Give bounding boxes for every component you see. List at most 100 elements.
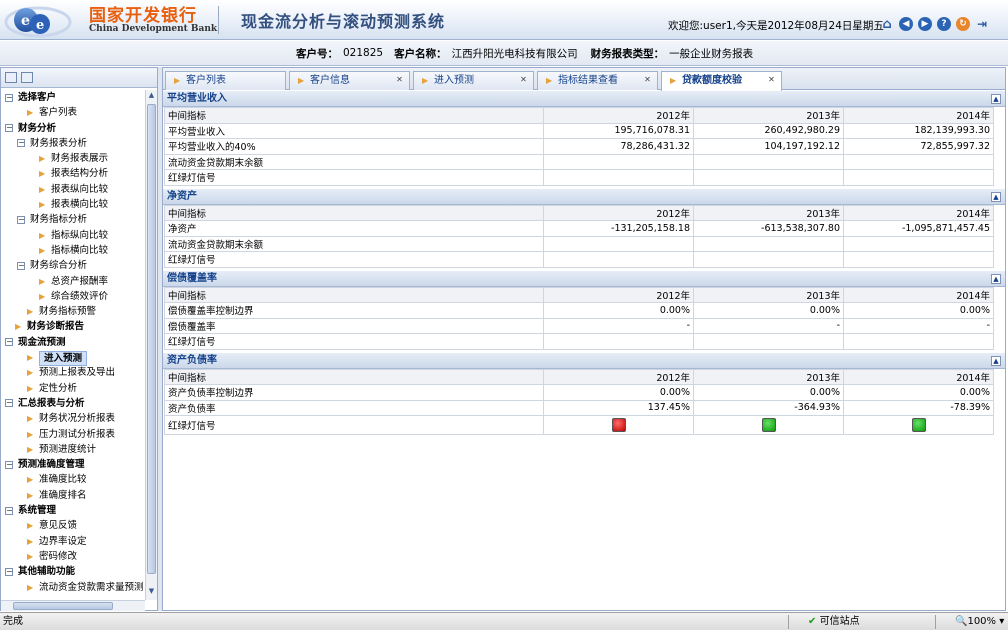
indicator-section: 偿债覆盖率 ▲ 中间指标 2012年 2013年 2014年 偿债覆盖率控制边界 0.00% 0… (163, 270, 1005, 350)
zoom-control[interactable]: 🔍100% ▾ (955, 613, 1004, 630)
tree-node-label: 报表纵向比较 (51, 183, 109, 195)
tree-node[interactable]: ▶ 预测上报表及导出 (1, 365, 145, 380)
tab-item[interactable]: ▶ 贷款额度校验 ✕ (661, 71, 782, 91)
tree-node[interactable]: ▶ 总资产报酬率 (1, 274, 145, 289)
collapse-icon[interactable]: ▲ (991, 94, 1001, 104)
tree-node[interactable]: ▶ 压力测试分析报表 (1, 427, 145, 442)
tree-node[interactable]: − 选择客户 (1, 90, 145, 105)
tree-node[interactable]: ▶ 财务状况分析报表 (1, 411, 145, 426)
svg-text:e: e (21, 13, 30, 29)
hscroll-thumb[interactable] (13, 602, 113, 610)
cell-value: 104,197,192.12 (693, 138, 844, 155)
table-header-row: 中间指标 2012年 2013年 2014年 (164, 204, 994, 221)
tree-node[interactable]: ▶ 财务指标预警 (1, 304, 145, 319)
tree-toggle-icon[interactable]: − (17, 261, 25, 270)
tree-node[interactable]: ▶ 密码修改 (1, 549, 145, 564)
forward-icon[interactable]: ▶ (918, 17, 932, 31)
collapse-all-icon[interactable] (21, 72, 33, 83)
tree-leaf-arrow-icon: ▶ (27, 475, 34, 485)
cell-value: 0.00% (543, 384, 694, 401)
tree-node[interactable]: − 财务指标分析 (1, 212, 145, 227)
tab-close-icon[interactable]: ✕ (767, 76, 776, 85)
scroll-down-icon[interactable]: ▼ (147, 587, 156, 598)
help-icon[interactable]: ? (937, 17, 951, 31)
customer-name-value: 江西升阳光电科技有限公司 (451, 47, 578, 60)
tree-node[interactable]: ▶ 流动资金贷款需求量预测 (1, 580, 145, 595)
expand-all-icon[interactable] (5, 72, 17, 83)
tree-node[interactable]: ▶ 意见反馈 (1, 518, 145, 533)
tree-node[interactable]: − 系统管理 (1, 503, 145, 518)
tab-item[interactable]: ▶ 指标结果查看 ✕ (537, 71, 658, 90)
tab-label: 客户列表 (186, 75, 226, 86)
tree-node[interactable]: ▶ 预测进度统计 (1, 442, 145, 457)
tree-node[interactable]: ▶ 准确度排名 (1, 488, 145, 503)
cell-value: 0.00% (693, 384, 844, 401)
tree-node[interactable]: ▶ 报表结构分析 (1, 166, 145, 181)
row-label: 偿债覆盖率 (164, 317, 544, 334)
tree-node[interactable]: ▶ 定性分析 (1, 381, 145, 396)
tree-node-label: 进入预测 (39, 350, 88, 366)
tree-leaf-arrow-icon: ▶ (27, 490, 34, 500)
collapse-icon[interactable]: ▲ (991, 273, 1001, 284)
home-icon[interactable]: ⌂ (880, 17, 894, 32)
column-header: 2013年 (693, 204, 844, 221)
tree-leaf-arrow-icon: ▶ (39, 245, 46, 255)
tree-node[interactable]: ▶ 报表纵向比较 (1, 182, 145, 197)
tree-toggle-icon[interactable]: − (17, 139, 25, 148)
tree-node[interactable]: ▶ 准确度比较 (1, 472, 145, 487)
tree-node[interactable]: ▶ 指标纵向比较 (1, 228, 145, 243)
tree-node[interactable]: ▶ 进入预测 (1, 350, 145, 366)
tree-node-label: 意见反馈 (39, 520, 78, 532)
cell-value (693, 415, 844, 435)
tree-toggle-icon[interactable]: − (5, 567, 13, 576)
tab-item[interactable]: ▶ 客户信息 ✕ (289, 71, 410, 90)
cell-value (843, 415, 994, 435)
tree-node[interactable]: ▶ 财务诊断报告 (1, 319, 145, 334)
zone-indicator: ✔ 可信站点 (808, 613, 860, 630)
table-row: 流动资金贷款期末余额 (164, 153, 994, 170)
tree-vertical-scrollbar[interactable]: ▲ ▼ (145, 90, 157, 600)
tab-item[interactable]: ▶ 进入预测 ✕ (413, 71, 534, 90)
tree-leaf-arrow-icon: ▶ (27, 414, 34, 424)
tree-toggle-icon[interactable]: − (17, 215, 25, 224)
cell-value (843, 333, 994, 350)
logout-icon[interactable]: ⇥ (975, 17, 989, 31)
tree-node[interactable]: − 财务综合分析 (1, 258, 145, 273)
tab-close-icon[interactable]: ✕ (519, 76, 528, 85)
tree-toggle-icon[interactable]: − (5, 506, 13, 515)
bank-logo: e e (4, 6, 72, 38)
tree-node[interactable]: − 财务报表分析 (1, 136, 145, 151)
tree-node[interactable]: − 其他辅助功能 (1, 564, 145, 579)
collapse-icon[interactable]: ▲ (991, 191, 1001, 202)
collapse-icon[interactable]: ▲ (991, 355, 1001, 366)
tree-horizontal-scrollbar[interactable] (1, 600, 145, 611)
tree-toggle-icon[interactable]: − (5, 399, 13, 408)
back-icon[interactable]: ◀ (899, 17, 913, 31)
tree-node[interactable]: − 预测准确度管理 (1, 457, 145, 472)
tab-close-icon[interactable]: ✕ (643, 76, 652, 85)
tree-node[interactable]: ▶ 边界率设定 (1, 534, 145, 549)
tree-toggle-icon[interactable]: − (5, 124, 13, 133)
scroll-thumb[interactable] (147, 104, 156, 574)
tree-toggle-icon[interactable]: − (5, 460, 13, 469)
tree-toggle-icon[interactable]: − (5, 338, 13, 347)
refresh-icon[interactable]: ↻ (956, 17, 970, 31)
tab-item[interactable]: ▶ 客户列表 (165, 71, 286, 90)
report-type-value: 一般企业财务报表 (669, 47, 754, 60)
tree-node[interactable]: − 财务分析 (1, 121, 145, 136)
tree-node[interactable]: ▶ 客户列表 (1, 105, 145, 120)
scroll-up-icon[interactable]: ▲ (147, 91, 156, 102)
tree-node[interactable]: ▶ 指标横向比较 (1, 243, 145, 258)
column-header: 2013年 (693, 107, 844, 124)
tree-node[interactable]: − 汇总报表与分析 (1, 396, 145, 411)
tab-label: 进入预测 (434, 75, 474, 86)
row-label: 偿债覆盖率控制边界 (164, 302, 544, 319)
tree-node[interactable]: ▶ 报表横向比较 (1, 197, 145, 212)
tree-toggle-icon[interactable]: − (5, 93, 13, 102)
tree-node[interactable]: − 现金流预测 (1, 335, 145, 350)
tab-close-icon[interactable]: ✕ (395, 76, 404, 85)
tree-node[interactable]: ▶ 综合绩效评价 (1, 289, 145, 304)
tree-node[interactable]: ▶ 财务报表展示 (1, 151, 145, 166)
table-row: 平均营业收入 195,716,078.31 260,492,980.29 182,13… (164, 122, 994, 139)
column-header: 中间指标 (164, 286, 544, 303)
